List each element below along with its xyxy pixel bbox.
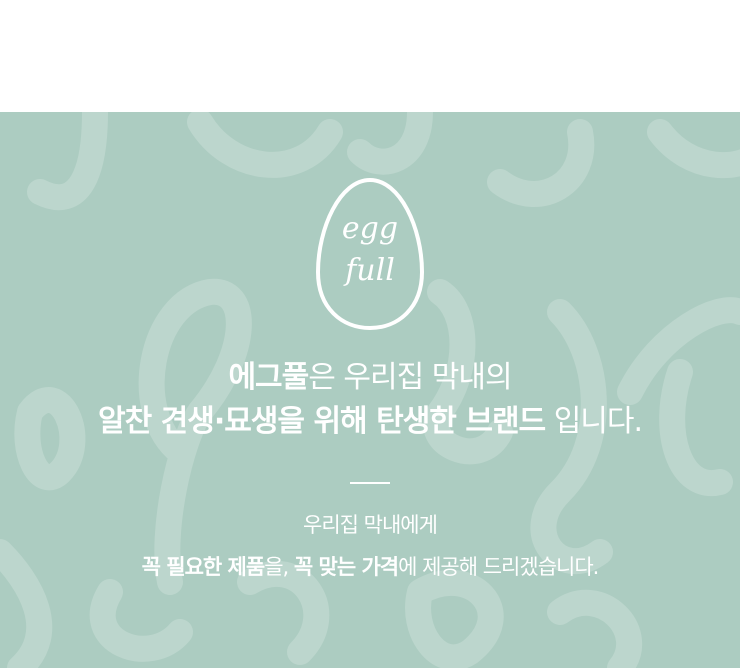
- eggfull-logo: egg full: [315, 177, 425, 331]
- subtext-line-2: 꼭 필요한 제품을, 꼭 맞는 가격에 제공해 드리겠습니다.: [0, 552, 740, 582]
- subtext-part-2: 을,: [264, 555, 294, 579]
- brand-name: 에그풀: [228, 360, 309, 395]
- logo-text-full: full: [343, 253, 395, 288]
- banner-content: egg full 에그풀은 우리집 막내의 알찬 견생·묘생을 위해 탄생한 브…: [0, 112, 740, 668]
- headline-line-2-rest: 입니다.: [545, 404, 643, 439]
- top-whitespace: [0, 0, 740, 112]
- subtext-part-4: 에 제공해 드리겠습니다.: [398, 555, 599, 579]
- subtext-bold-1: 꼭 필요한 제품: [141, 555, 266, 579]
- headline-line-2: 알찬 견생·묘생을 위해 탄생한 브랜드 입니다.: [0, 400, 740, 444]
- brand-banner: egg full 에그풀은 우리집 막내의 알찬 견생·묘생을 위해 탄생한 브…: [0, 112, 740, 668]
- logo-text-egg: egg: [342, 211, 398, 246]
- headline-line-2-bold: 알찬 견생·묘생을 위해 탄생한 브랜드: [97, 404, 546, 439]
- subtext-line-1: 우리집 막내에게: [303, 513, 438, 537]
- headline-line-1-rest: 은 우리집 막내의: [308, 360, 512, 395]
- subtext-bold-2: 꼭 맞는 가격: [293, 555, 399, 579]
- divider: [350, 482, 390, 484]
- headline-line-1: 에그풀은 우리집 막내의: [0, 356, 740, 400]
